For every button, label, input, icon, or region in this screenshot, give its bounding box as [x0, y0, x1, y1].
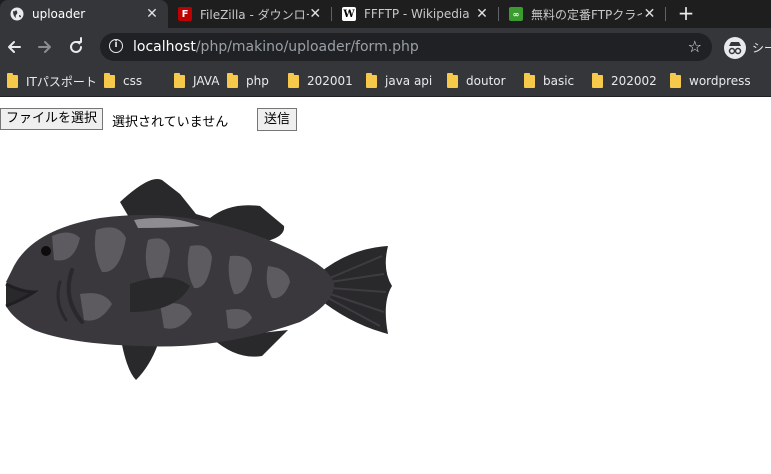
bookmark-label: 202002	[611, 74, 657, 88]
tab-ftp-client[interactable]: ∞ 無料の定番FTPクライ ✕	[499, 0, 665, 28]
wikipedia-icon: W	[342, 7, 356, 21]
bookmark-folder[interactable]: basic	[524, 72, 575, 89]
bookmark-label: basic	[543, 74, 575, 88]
bookmark-folder[interactable]: wordpress	[670, 72, 751, 89]
bookmarks-bar: ITパスポート css JAVA php 202001 java api dou…	[0, 66, 771, 97]
folder-icon	[670, 72, 681, 88]
tab-uploader[interactable]: uploader ✕	[0, 0, 168, 28]
bookmark-label: JAVA	[193, 74, 220, 88]
submit-button[interactable]: 送信	[257, 108, 298, 131]
folder-icon	[227, 72, 238, 88]
bookmark-label: php	[246, 74, 269, 88]
folder-icon	[288, 72, 299, 88]
page-content: ファイルを選択 選択されていません 送信	[0, 97, 771, 474]
close-tab-icon[interactable]: ✕	[642, 6, 657, 22]
tab-title: FFFTP - Wikipedia	[364, 7, 470, 21]
folder-icon	[592, 72, 603, 88]
url-host: localhost	[133, 39, 196, 55]
bookmark-folder[interactable]: doutor	[447, 72, 506, 89]
bookmark-folder[interactable]: 202002	[592, 72, 657, 89]
forward-icon[interactable]	[34, 37, 56, 59]
choose-file-button[interactable]: ファイルを選択	[0, 108, 104, 130]
globe-icon	[10, 7, 24, 21]
folder-icon	[524, 72, 535, 88]
bookmark-folder[interactable]: php	[227, 72, 269, 89]
folder-icon	[104, 72, 115, 88]
bookmark-folder[interactable]: 202001	[288, 72, 353, 89]
site-icon: ∞	[509, 7, 523, 21]
filezilla-icon: F	[178, 7, 192, 21]
profile-label[interactable]: シー	[752, 39, 771, 56]
incognito-avatar[interactable]	[724, 37, 746, 59]
bookmark-folder[interactable]: css	[104, 72, 143, 89]
bookmark-folder[interactable]: ITパスポート	[7, 72, 97, 89]
tab-filezilla[interactable]: F FileZilla - ダウンロード ✕	[168, 0, 330, 28]
bookmark-folder[interactable]: JAVA	[174, 72, 220, 89]
url-path: /php/makino/uploader/form.php	[195, 39, 419, 55]
bookmark-label: ITパスポート	[26, 74, 97, 89]
bookmark-folder[interactable]: java api	[366, 72, 433, 89]
fish-image	[5, 178, 392, 380]
tab-title: FileZilla - ダウンロード	[200, 7, 309, 22]
tab-title: uploader	[32, 7, 86, 21]
tab-ffftp-wikipedia[interactable]: W FFFTP - Wikipedia ✕	[332, 0, 498, 28]
bookmark-label: css	[123, 74, 143, 88]
file-status-text: 選択されていません	[112, 115, 229, 130]
tab-separator	[665, 7, 666, 21]
close-tab-icon[interactable]: ✕	[309, 6, 322, 22]
info-icon[interactable]: i	[109, 39, 123, 53]
new-tab-icon[interactable]: +	[676, 3, 696, 24]
bookmark-label: wordpress	[689, 74, 751, 88]
folder-icon	[366, 72, 377, 88]
folder-icon	[174, 72, 185, 88]
address-bar[interactable]: i localhost/php/makino/uploader/form.php…	[100, 33, 712, 61]
bookmark-label: java api	[385, 74, 433, 88]
browser-toolbar: i localhost/php/makino/uploader/form.php…	[0, 28, 771, 66]
tab-title: 無料の定番FTPクライ	[531, 7, 642, 22]
bookmark-label: 202001	[307, 74, 353, 88]
bookmark-label: doutor	[466, 74, 506, 88]
folder-icon	[7, 72, 18, 88]
back-icon[interactable]	[3, 37, 25, 59]
reload-icon[interactable]	[65, 37, 87, 59]
close-tab-icon[interactable]: ✕	[144, 6, 160, 22]
folder-icon	[447, 72, 458, 88]
tab-strip: uploader ✕ F FileZilla - ダウンロード ✕ W FFFT…	[0, 0, 771, 28]
close-tab-icon[interactable]: ✕	[474, 6, 490, 22]
bookmark-star-icon[interactable]: ☆	[688, 37, 702, 56]
url-text[interactable]: localhost/php/makino/uploader/form.php	[133, 39, 419, 55]
